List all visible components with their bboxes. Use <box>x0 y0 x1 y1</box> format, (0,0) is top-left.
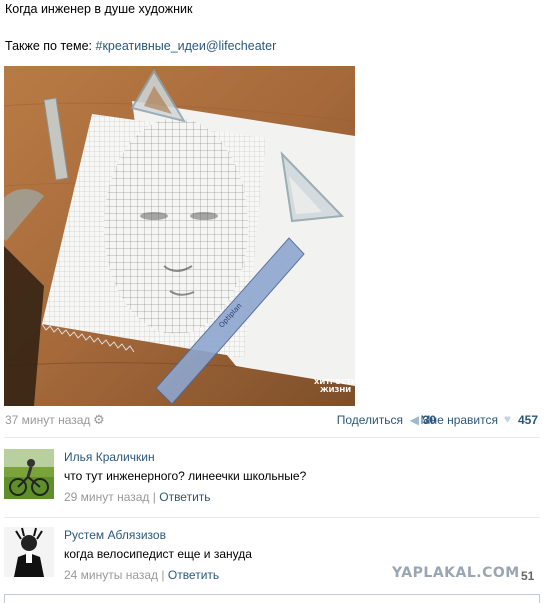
comment-item: Илья Краличкин что тут инженерного? лине… <box>4 437 540 517</box>
comment-item: Рустем Аблязизов когда велосипедист еще … <box>4 515 540 595</box>
comment-time[interactable]: 29 минут назад <box>64 490 149 504</box>
post-meta-row: 37 минут назад ⚙ Поделиться ◀ 30 Мне нра… <box>5 412 538 429</box>
post-topic: Также по теме: #креативные_идеи@lifechea… <box>5 38 276 54</box>
megaphone-icon[interactable]: ◀ <box>410 413 419 427</box>
comment-text: что тут инженерного? линеечки школьные? <box>64 469 307 483</box>
gear-icon[interactable]: ⚙ <box>93 412 105 428</box>
topic-hashtag-link[interactable]: #креативные_идеи@lifecheater <box>96 39 277 53</box>
post-time[interactable]: 37 минут назад <box>5 413 90 427</box>
comment-text: когда велосипедист еще и зануда <box>64 547 252 561</box>
share-button[interactable]: Поделиться <box>337 413 403 427</box>
post-photo[interactable]: Optiplan ХИТРОСТИ ЖИЗНИ <box>4 66 355 406</box>
reply-link[interactable]: Ответить <box>168 568 219 582</box>
comment-author[interactable]: Рустем Аблязизов <box>64 528 166 542</box>
comment-author[interactable]: Илья Краличкин <box>64 450 155 464</box>
photo-watermark-line2: ЖИЗНИ <box>320 386 351 394</box>
avatar-image <box>4 527 54 577</box>
comment-time[interactable]: 24 минуты назад <box>64 568 158 582</box>
comment-input[interactable] <box>4 594 540 603</box>
site-watermark: YAPLAKAL.COM <box>392 565 520 581</box>
like-button[interactable]: Мне нравится <box>420 413 498 427</box>
topic-prefix: Также по теме: <box>5 39 96 53</box>
comment-footer: 24 минуты назад | Ответить <box>64 568 219 582</box>
reply-link[interactable]: Ответить <box>159 490 210 504</box>
photo-illustration: Optiplan ХИТРОСТИ ЖИЗНИ <box>4 66 355 406</box>
comment-footer: 29 минут назад | Ответить <box>64 490 211 504</box>
avatar[interactable] <box>4 449 54 499</box>
post-text: Когда инженер в душе художник <box>5 2 193 16</box>
avatar[interactable] <box>4 527 54 577</box>
heart-icon[interactable]: ♥ <box>504 412 511 426</box>
like-count[interactable]: 457 <box>518 413 538 427</box>
photo-watermark-line1: ХИТРОСТИ <box>314 378 355 386</box>
avatar-image <box>4 449 54 499</box>
watermark-number: 51 <box>521 569 535 583</box>
